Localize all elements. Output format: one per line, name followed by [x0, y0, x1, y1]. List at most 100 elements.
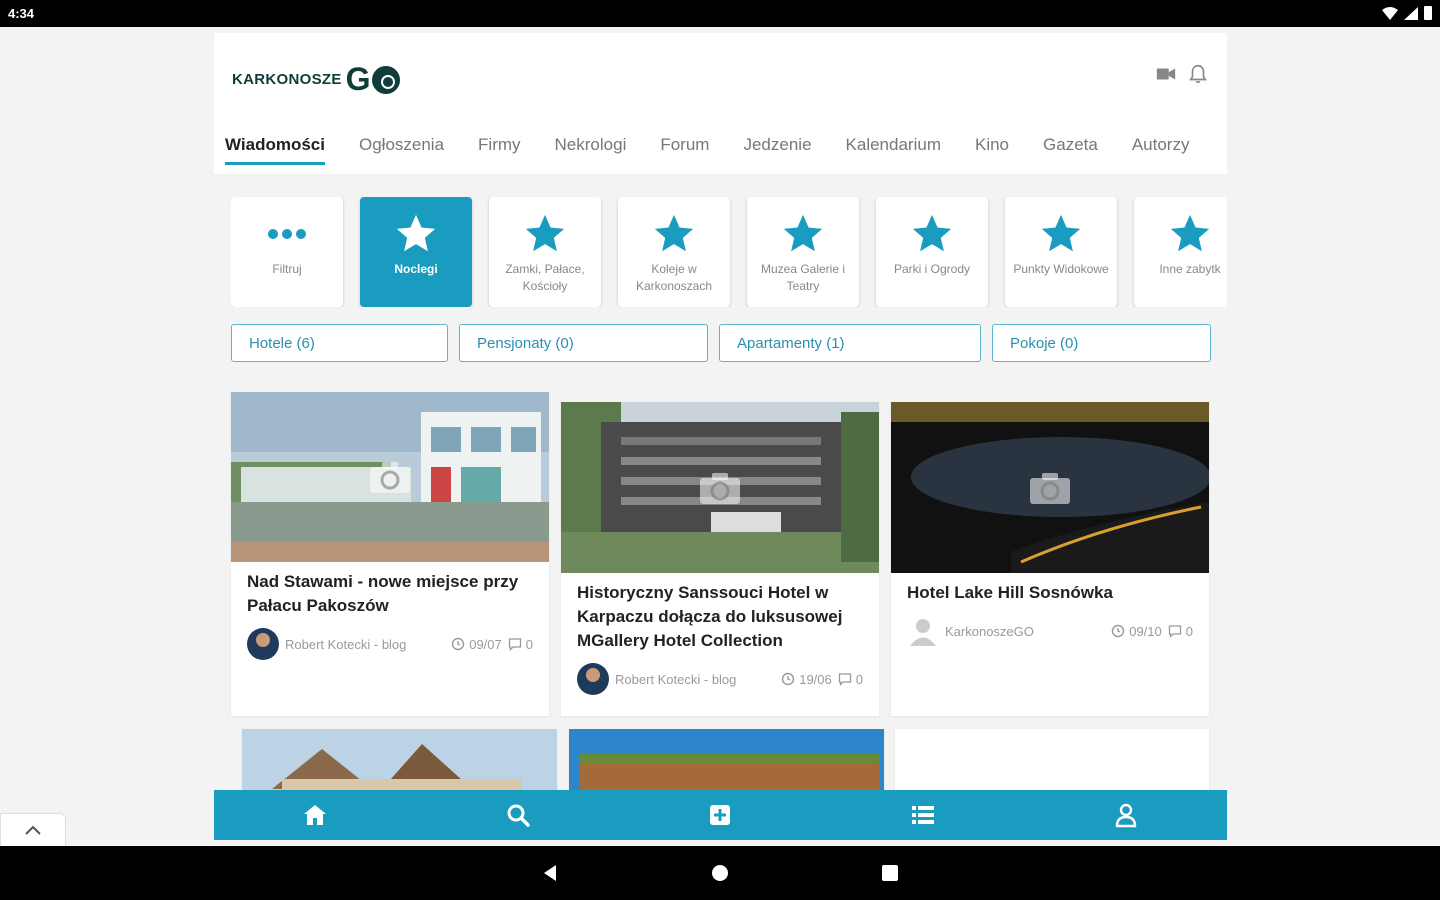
bell-icon[interactable]	[1187, 63, 1209, 85]
star-icon	[396, 214, 436, 252]
article-author: Robert Kotecki - blog	[615, 671, 737, 687]
header-actions	[1155, 63, 1209, 85]
comment-icon	[508, 638, 521, 652]
tab-ogloszenia[interactable]: Ogłoszenia	[342, 127, 461, 163]
logo-text: KARKONOSZE	[232, 71, 342, 88]
chip-pensjonaty[interactable]: Pensjonaty (0)	[459, 324, 708, 362]
clock-icon	[452, 638, 465, 651]
category-label: Parki i Ogrody	[893, 262, 971, 276]
comment-icon	[838, 673, 851, 687]
clock-icon	[1112, 624, 1125, 638]
category-label: Zamki, Pałace, Kościoły	[505, 262, 585, 293]
article-comments: 0	[855, 671, 863, 687]
tab-wiadomosci[interactable]: Wiadomości	[225, 127, 342, 165]
tab-forum[interactable]: Forum	[643, 127, 726, 163]
bottom-navigation	[214, 790, 1227, 840]
star-icon	[783, 214, 823, 252]
article-meta: KarkonoszeGO 09/10 0	[891, 605, 1209, 647]
recents-icon[interactable]	[880, 863, 900, 883]
article-card[interactable]: Hotel Lake Hill Sosnówka KarkonoszeGO 09…	[891, 402, 1209, 716]
video-camera-icon[interactable]	[1155, 63, 1177, 85]
camera-icon	[700, 472, 740, 504]
tab-kalendarium[interactable]: Kalendarium	[829, 127, 958, 163]
category-inne[interactable]: Inne zabytk	[1134, 197, 1227, 307]
author-avatar	[247, 628, 279, 661]
category-filtruj[interactable]: Filtruj	[231, 197, 343, 307]
camera-icon	[370, 462, 410, 493]
category-noclegi[interactable]: Noclegi	[360, 197, 472, 307]
article-image	[231, 392, 549, 562]
article-date-group: 09/07	[451, 637, 502, 652]
tab-kino[interactable]: Kino	[958, 127, 1026, 163]
wifi-icon	[1382, 6, 1398, 20]
article-card[interactable]: Historyczny Sanssouci Hotel w Karpaczu d…	[561, 402, 879, 716]
article-card[interactable]: Nad Stawami - nowe miejsce przy Pałacu P…	[231, 392, 549, 716]
dots-icon	[268, 211, 306, 257]
article-author: Robert Kotecki - blog	[285, 636, 407, 652]
category-muzea[interactable]: Muzea Galerie i Teatry	[747, 197, 859, 307]
category-label: Koleje w Karkonoszach	[635, 262, 713, 293]
category-koleje[interactable]: Koleje w Karkonoszach	[618, 197, 730, 307]
article-date: 19/06	[799, 671, 832, 687]
status-time: 4:34	[8, 6, 35, 21]
chip-pokoje[interactable]: Pokoje (0)	[992, 324, 1211, 362]
scroll-top-button[interactable]	[0, 813, 66, 846]
category-strip: Filtruj Noclegi Zamki, Pałace, Kościoły …	[231, 197, 1227, 307]
chip-hotele[interactable]: Hotele (6)	[231, 324, 448, 362]
category-zamki[interactable]: Zamki, Pałace, Kościoły	[489, 197, 601, 307]
status-bar: 4:34	[0, 0, 1440, 27]
article-title: Hotel Lake Hill Sosnówka	[907, 583, 1113, 602]
system-navigation-bar	[0, 846, 1440, 900]
chevron-up-icon	[25, 825, 41, 835]
article-title: Nad Stawami - nowe miejsce przy Pałacu P…	[247, 572, 519, 616]
category-label: Muzea Galerie i Teatry	[760, 262, 846, 293]
back-icon[interactable]	[540, 863, 560, 883]
home-icon	[304, 805, 327, 825]
tab-gazeta[interactable]: Gazeta	[1026, 127, 1115, 163]
category-label: Inne zabytk	[1159, 262, 1221, 276]
article-meta: Robert Kotecki - blog 19/06 0	[561, 653, 879, 696]
article-image	[891, 402, 1209, 573]
user-icon	[1115, 803, 1136, 828]
category-punkty[interactable]: Punkty Widokowe	[1005, 197, 1117, 307]
comment-icon	[1168, 625, 1181, 639]
search-icon	[507, 804, 530, 827]
article-date: 09/07	[469, 636, 502, 652]
tab-nekrologi[interactable]: Nekrologi	[538, 127, 644, 163]
plus-square-icon	[710, 805, 731, 825]
author-avatar	[577, 663, 609, 696]
category-label: Punkty Widokowe	[1013, 262, 1109, 276]
nav-profile[interactable]	[1025, 790, 1227, 840]
logo-go-letter: G	[345, 61, 371, 97]
user-placeholder-icon	[910, 619, 936, 647]
logo-go: G	[346, 61, 400, 98]
home-circle-icon[interactable]	[710, 863, 730, 883]
tab-autorzy[interactable]: Autorzy	[1115, 127, 1207, 163]
nav-add[interactable]	[619, 790, 821, 840]
article-comments: 0	[525, 636, 533, 652]
nav-list[interactable]	[822, 790, 1024, 840]
article-meta: Robert Kotecki - blog 09/07 0	[231, 618, 549, 661]
tab-firmy[interactable]: Firmy	[461, 127, 537, 163]
article-author: KarkonoszeGO	[945, 623, 1034, 639]
article-comments: 0	[1185, 623, 1193, 639]
star-icon	[654, 214, 694, 252]
filter-chips: Hotele (6) Pensjonaty (0) Apartamenty (1…	[231, 324, 1211, 362]
app-header: KARKONOSZE G Wiadomości Ogłoszenia Firmy…	[214, 33, 1227, 174]
article-title: Historyczny Sanssouci Hotel w Karpaczu d…	[577, 583, 843, 651]
logo[interactable]: KARKONOSZE G	[232, 61, 400, 98]
article-comments-group: 0	[838, 672, 863, 687]
category-parki[interactable]: Parki i Ogrody	[876, 197, 988, 307]
logo-power-icon	[371, 65, 400, 94]
chip-apartamenty[interactable]: Apartamenty (1)	[719, 324, 981, 362]
tab-jedzenie[interactable]: Jedzenie	[726, 127, 828, 163]
clock-icon	[782, 673, 795, 686]
star-icon	[525, 214, 565, 252]
signal-icon	[1404, 6, 1418, 20]
nav-home[interactable]	[214, 790, 416, 840]
star-icon	[1041, 214, 1081, 252]
category-label: Noclegi	[394, 262, 438, 276]
article-comments-group: 0	[508, 637, 533, 652]
nav-search[interactable]	[417, 790, 619, 840]
star-icon	[1170, 214, 1210, 252]
